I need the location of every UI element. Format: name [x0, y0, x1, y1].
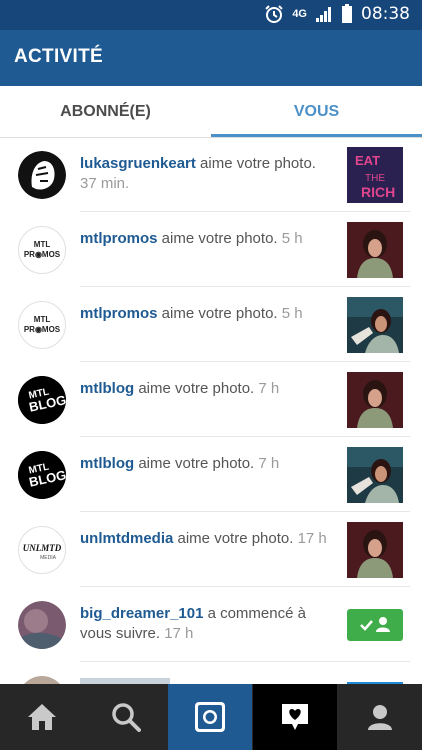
activity-time: 7 h: [258, 380, 280, 397]
nav-profile[interactable]: [338, 684, 422, 750]
activity-item[interactable]: MTL BLOG mtlblog aime votre photo. 7 h: [0, 362, 422, 437]
activity-time: 37 min.: [80, 175, 130, 192]
activity-text: lukasgruenkeart aime votre photo. 37 min…: [80, 154, 335, 194]
activity-list: lukasgruenkeart aime votre photo. 37 min…: [0, 137, 422, 662]
svg-text:PR◉MOS: PR◉MOS: [24, 250, 61, 259]
follow-check-user-icon: [360, 617, 390, 632]
avatar[interactable]: UNLMTD MEDIA: [18, 526, 66, 574]
profile-icon: [368, 705, 392, 730]
tab-following[interactable]: ABONNÉ(E): [0, 86, 211, 137]
activity-time: 5 h: [281, 305, 303, 322]
face-drawing-icon: [18, 151, 66, 199]
photo-image: [347, 372, 403, 428]
username-link[interactable]: big_dreamer_101: [80, 605, 203, 622]
activity-action: aime votre photo.: [195, 155, 316, 172]
nav-search[interactable]: [84, 684, 168, 750]
bottom-nav: [0, 684, 422, 750]
photo-image: [347, 447, 403, 503]
avatar[interactable]: MTL PR◉MOS: [18, 226, 66, 274]
mtl-blog-logo: MTL BLOG: [18, 376, 66, 424]
nav-home[interactable]: [0, 684, 84, 750]
activity-item[interactable]: UNLMTD MEDIA unlmtdmedia aime votre phot…: [0, 512, 422, 587]
photo-thumbnail[interactable]: [347, 522, 403, 578]
avatar[interactable]: MTL BLOG: [18, 376, 66, 424]
status-bar: 4G 08:38: [0, 0, 422, 30]
nav-activity[interactable]: [253, 684, 337, 750]
app-bar: ACTIVITÉ: [0, 30, 422, 86]
avatar[interactable]: MTL PR◉MOS: [18, 301, 66, 349]
username-link[interactable]: mtlblog: [80, 455, 134, 472]
activity-text: mtlblog aime votre photo. 7 h: [80, 454, 335, 474]
camera-icon: [195, 702, 225, 732]
photo-thumbnail[interactable]: [347, 297, 403, 353]
svg-text:MEDIA: MEDIA: [40, 555, 57, 561]
avatar[interactable]: [18, 601, 66, 649]
activity-item[interactable]: MTL BLOG mtlblog aime votre photo. 7 h: [0, 437, 422, 512]
activity-action: aime votre photo.: [134, 380, 259, 397]
photo-thumbnail[interactable]: [347, 222, 403, 278]
artwork-image: EAT THE RICH: [347, 147, 403, 203]
partial-row-graphic: [24, 676, 403, 684]
photo-thumbnail[interactable]: [347, 372, 403, 428]
activity-action: aime votre photo.: [157, 305, 282, 322]
photo-thumbnail[interactable]: [347, 447, 403, 503]
unlmtd-media-logo: UNLMTD MEDIA: [23, 543, 62, 561]
follow-button[interactable]: [347, 609, 403, 641]
activity-action: aime votre photo.: [173, 530, 298, 547]
svg-text:MTL: MTL: [34, 315, 51, 324]
svg-text:EAT: EAT: [355, 153, 380, 168]
photo-image: [347, 297, 403, 353]
username-link[interactable]: mtlpromos: [80, 305, 158, 322]
activity-time: 5 h: [281, 230, 303, 247]
mtl-promos-logo: MTL PR◉MOS: [24, 315, 61, 334]
alarm-icon: [265, 5, 284, 23]
username-link[interactable]: unlmtdmedia: [80, 530, 173, 547]
activity-text: mtlpromos aime votre photo. 5 h: [80, 304, 335, 324]
home-icon: [28, 704, 56, 730]
page-title: ACTIVITÉ: [14, 46, 103, 67]
svg-text:UNLMTD: UNLMTD: [23, 543, 62, 553]
photo-thumbnail[interactable]: EAT THE RICH: [347, 147, 403, 203]
signal-icon: [316, 7, 331, 22]
svg-text:PR◉MOS: PR◉MOS: [24, 325, 61, 334]
activity-item[interactable]: big_dreamer_101 a commencé à vous suivre…: [0, 587, 422, 662]
user-photo: [18, 601, 66, 649]
activity-item[interactable]: MTL PR◉MOS mtlpromos aime votre photo. 5…: [0, 287, 422, 362]
username-link[interactable]: lukasgruenkeart: [80, 155, 196, 172]
activity-time: 17 h: [164, 625, 194, 642]
activity-time: 7 h: [258, 455, 280, 472]
activity-text: unlmtdmedia aime votre photo. 17 h: [80, 529, 335, 549]
mtl-promos-logo: MTL PR◉MOS: [24, 240, 61, 259]
activity-text: mtlblog aime votre photo. 7 h: [80, 379, 335, 399]
activity-text: mtlpromos aime votre photo. 5 h: [80, 229, 335, 249]
activity-text: big_dreamer_101 a commencé à vous suivre…: [80, 604, 335, 644]
username-link[interactable]: mtlpromos: [80, 230, 158, 247]
activity-action: aime votre photo.: [157, 230, 282, 247]
photo-image: [347, 522, 403, 578]
search-icon: [112, 703, 141, 732]
activity-item[interactable]: lukasgruenkeart aime votre photo. 37 min…: [0, 137, 422, 212]
partial-activity-item: [0, 662, 422, 684]
avatar[interactable]: [18, 151, 66, 199]
svg-text:RICH: RICH: [361, 184, 395, 200]
tab-you[interactable]: VOUS: [211, 86, 422, 137]
avatar[interactable]: MTL BLOG: [18, 451, 66, 499]
activity-time: 17 h: [297, 530, 327, 547]
tab-bar: ABONNÉ(E) VOUS: [0, 86, 422, 138]
photo-image: [347, 222, 403, 278]
activity-item[interactable]: MTL PR◉MOS mtlpromos aime votre photo. 5…: [0, 212, 422, 287]
status-icons: 4G 08:38: [264, 4, 410, 24]
network-4g-icon: 4G: [292, 7, 307, 20]
mtl-blog-logo: MTL BLOG: [18, 451, 66, 499]
svg-text:MTL: MTL: [34, 240, 51, 249]
username-link[interactable]: mtlblog: [80, 380, 134, 397]
status-time: 08:38: [361, 4, 410, 24]
svg-text:THE: THE: [365, 173, 385, 184]
activity-action: aime votre photo.: [134, 455, 259, 472]
battery-icon: [342, 4, 352, 23]
nav-camera[interactable]: [168, 684, 252, 750]
activity-heart-icon: [282, 704, 308, 730]
